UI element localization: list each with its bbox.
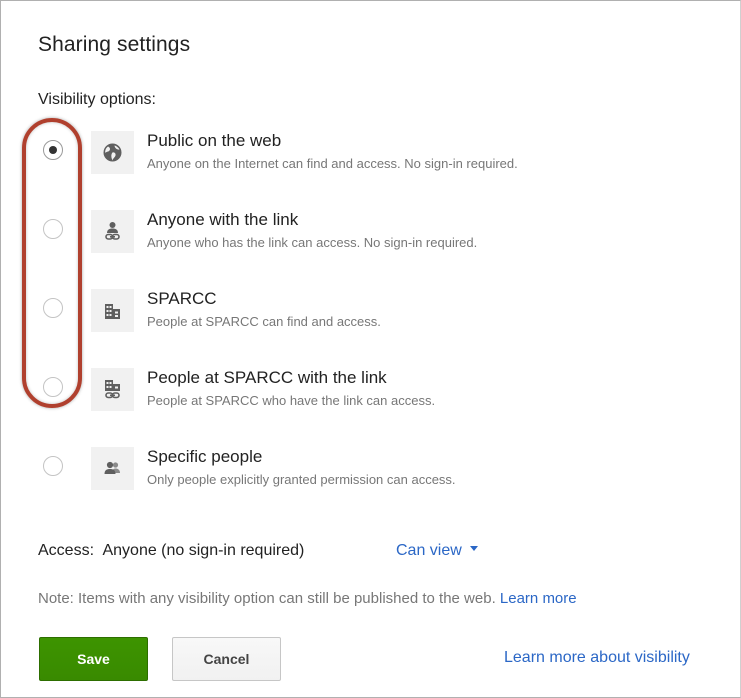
radio-sparcc[interactable] — [43, 298, 63, 318]
visibility-option-specific-people[interactable]: Specific people Only people explicitly g… — [1, 447, 740, 510]
publish-note: Note: Items with any visibility option c… — [38, 590, 577, 607]
globe-icon — [91, 131, 134, 174]
option-title: Anyone with the link — [147, 210, 299, 229]
building-link-icon — [91, 368, 134, 411]
visibility-option-public[interactable]: Public on the web Anyone on the Internet… — [1, 131, 740, 194]
visibility-option-anyone-with-link[interactable]: Anyone with the link Anyone who has the … — [1, 210, 740, 273]
person-link-icon — [91, 210, 134, 253]
option-title: Public on the web — [147, 131, 282, 150]
access-row: Access: Anyone (no sign-in required) — [38, 542, 304, 560]
visibility-option-sparcc[interactable]: SPARCC People at SPARCC can find and acc… — [1, 289, 740, 352]
option-description: Only people explicitly granted permissio… — [147, 472, 456, 487]
access-label: Access: — [38, 542, 95, 559]
option-title: Specific people — [147, 447, 263, 466]
option-description: Anyone on the Internet can find and acce… — [147, 156, 518, 171]
option-description: People at SPARCC who have the link can a… — [147, 393, 436, 408]
learn-more-link[interactable]: Learn more — [500, 590, 577, 607]
radio-selected-dot — [49, 146, 57, 154]
learn-more-visibility-link[interactable]: Learn more about visibility — [504, 649, 690, 667]
dialog-title: Sharing settings — [38, 33, 191, 56]
option-title: SPARCC — [147, 289, 217, 308]
permission-dropdown-label: Can view — [396, 542, 462, 559]
access-value: Anyone (no sign-in required) — [102, 542, 305, 559]
radio-anyone-with-link[interactable] — [43, 219, 63, 239]
radio-sparcc-with-link[interactable] — [43, 377, 63, 397]
publish-note-text: Note: Items with any visibility option c… — [38, 590, 496, 607]
radio-public[interactable] — [43, 140, 63, 160]
sharing-settings-dialog: Sharing settings Visibility options: Pub… — [0, 0, 741, 698]
option-description: Anyone who has the link can access. No s… — [147, 235, 478, 250]
option-description: People at SPARCC can find and access. — [147, 314, 381, 329]
visibility-options-label: Visibility options: — [38, 91, 156, 108]
visibility-option-sparcc-with-link[interactable]: People at SPARCC with the link People at… — [1, 368, 740, 431]
permission-dropdown[interactable]: Can view — [396, 542, 478, 560]
cancel-button[interactable]: Cancel — [172, 637, 281, 681]
caret-down-icon — [469, 546, 478, 552]
people-icon — [91, 447, 134, 490]
building-icon — [91, 289, 134, 332]
option-title: People at SPARCC with the link — [147, 368, 387, 387]
radio-specific-people[interactable] — [43, 456, 63, 476]
save-button[interactable]: Save — [39, 637, 148, 681]
